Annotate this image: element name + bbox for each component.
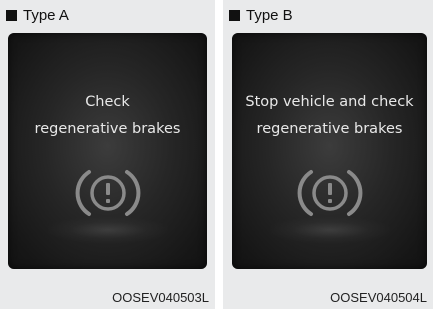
type-b-label: Type B [246, 6, 293, 24]
type-b-heading: Type B [229, 6, 293, 24]
message-line: regenerative brakes [256, 121, 403, 137]
type-a-heading: Type A [6, 6, 69, 24]
cluster-display-a: Check regenerative brakes [8, 33, 207, 269]
figure-code-a: OOSEV040503L [112, 290, 209, 305]
message-line: Check [85, 94, 130, 110]
type-a-label: Type A [23, 6, 69, 24]
panel-type-b: Type B Stop vehicle and check regenerati… [223, 0, 433, 309]
message-line: regenerative brakes [34, 121, 181, 137]
cluster-display-b: Stop vehicle and check regenerative brak… [232, 33, 427, 269]
square-bullet-icon [6, 9, 17, 21]
figure-code-b: OOSEV040504L [330, 290, 427, 305]
brake-warning-icon [75, 170, 140, 216]
warning-message-a: Check regenerative brakes [8, 89, 207, 143]
brake-warning-icon [297, 170, 362, 216]
square-bullet-icon [229, 9, 240, 21]
message-line: Stop vehicle and check [245, 94, 414, 110]
warning-message-b: Stop vehicle and check regenerative brak… [232, 89, 427, 143]
panel-type-a: Type A Check regenerative brakes OOSEV04… [0, 0, 215, 309]
